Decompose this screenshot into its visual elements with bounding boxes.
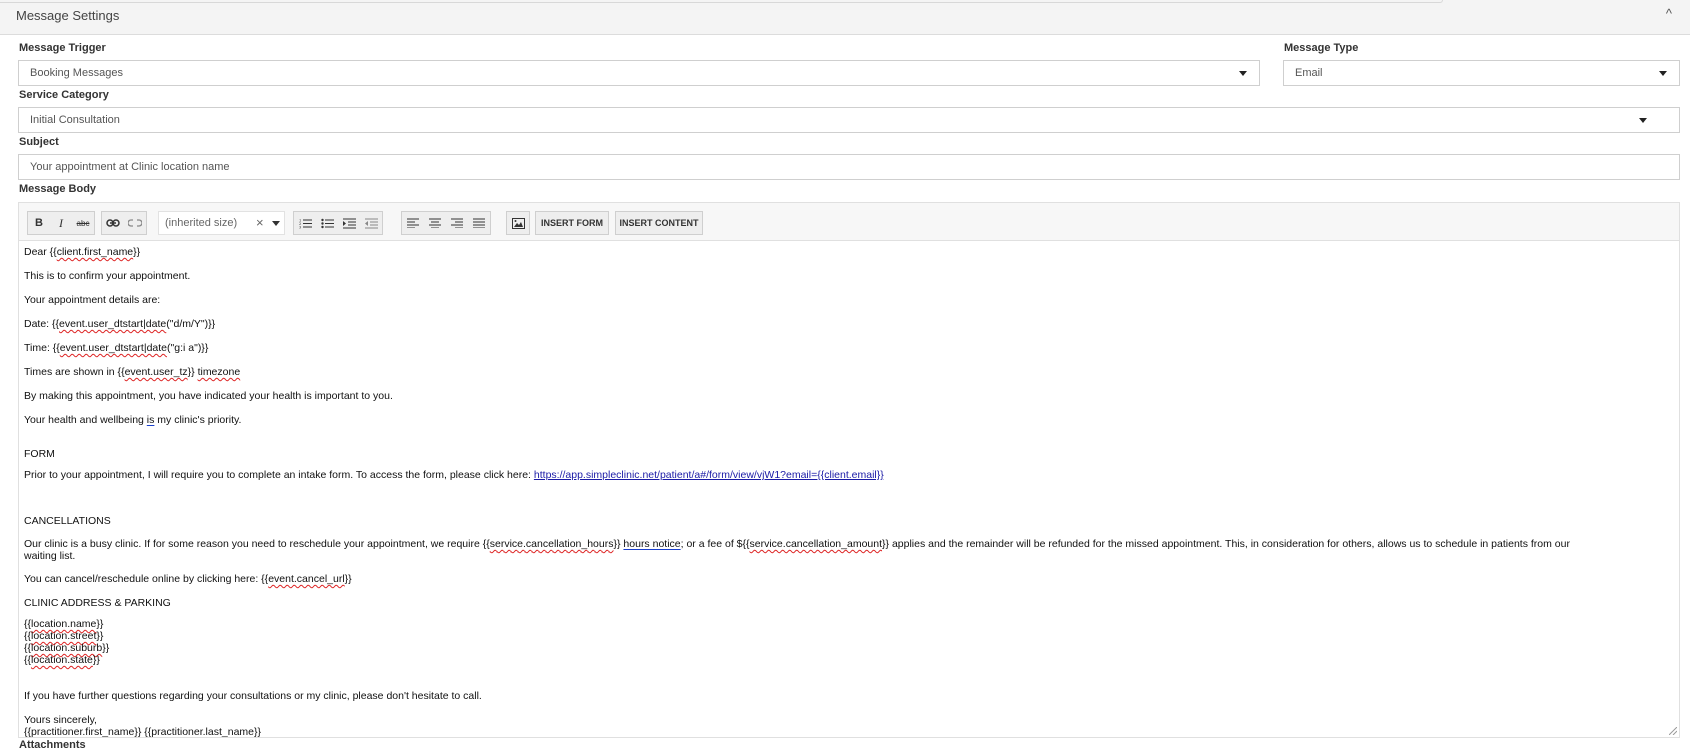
bold-button[interactable]: B (28, 212, 50, 234)
panel-header[interactable]: Message Settings ^ (0, 0, 1690, 35)
chevron-up-icon[interactable]: ^ (1666, 6, 1672, 21)
signature-line: {{practitioner.first_name}} {{practition… (24, 726, 262, 738)
questions-line: If you have further questions regarding … (24, 690, 482, 702)
service-category-select[interactable]: Initial Consultation (18, 107, 1680, 133)
sincerely-line: Yours sincerely, (24, 714, 97, 726)
form-heading: FORM (24, 448, 55, 460)
priority-line: Your health and wellbeing is my clinic's… (24, 414, 242, 426)
service-category-label: Service Category (19, 89, 109, 101)
svg-text:3: 3 (299, 225, 301, 229)
intake-form-link[interactable]: https://app.simpleclinic.net/patient/a#/… (534, 469, 884, 481)
insert-form-button[interactable]: INSERT FORM (535, 211, 609, 235)
cancellations-heading: CANCELLATIONS (24, 515, 111, 527)
chevron-down-icon (1239, 71, 1247, 76)
location-state-line: {{location.state}} (24, 654, 100, 666)
details-line: Your appointment details are: (24, 294, 161, 306)
clear-icon[interactable]: × (256, 215, 264, 230)
time-line: Time: {{event.user_dtstart|date("g:i a")… (24, 342, 209, 354)
chevron-down-icon[interactable] (272, 221, 280, 226)
location-name-line: {{location.name}} (24, 618, 104, 630)
strikethrough-button[interactable]: abc (72, 212, 94, 234)
bulleted-list-icon (320, 218, 334, 228)
align-left-button[interactable] (402, 212, 424, 234)
text-style-group: B I abc (27, 211, 95, 235)
alignment-group (401, 211, 491, 235)
message-trigger-value: Booking Messages (30, 67, 123, 79)
location-street-line: {{location.street}} (24, 630, 104, 642)
align-right-button[interactable] (446, 212, 468, 234)
outdent-icon (364, 218, 378, 228)
link-icon (106, 219, 120, 227)
timezone-line: Times are shown in {{event.user_tz}} tim… (24, 366, 241, 378)
attachments-label: Attachments (19, 739, 86, 751)
outdent-button[interactable] (360, 212, 382, 234)
cancellation-policy-line: Our clinic is a busy clinic. If for some… (24, 538, 1570, 550)
message-type-value: Email (1295, 67, 1323, 79)
address-heading: CLINIC ADDRESS & PARKING (24, 597, 171, 609)
editor-toolbar: B I abc (inherited size) × 123 INSERT FO… (18, 202, 1680, 240)
subject-input[interactable]: Your appointment at Clinic location name (18, 154, 1680, 180)
justify-button[interactable] (468, 212, 490, 234)
unlink-button[interactable] (124, 212, 146, 234)
form-line: Prior to your appointment, I will requir… (24, 469, 884, 481)
font-size-value: (inherited size) (165, 217, 238, 229)
indent-icon (342, 218, 356, 228)
chevron-down-icon (1639, 118, 1647, 123)
image-icon (511, 217, 525, 229)
insert-content-button[interactable]: INSERT CONTENT (615, 211, 703, 235)
cancellation-policy-line-2: waiting list. (24, 550, 76, 562)
link-group (101, 211, 147, 235)
confirm-line: This is to confirm your appointment. (24, 270, 191, 282)
justify-icon (473, 218, 485, 228)
list-group: 123 (293, 211, 383, 235)
bulleted-list-button[interactable] (316, 212, 338, 234)
align-left-icon (407, 218, 419, 228)
italic-button[interactable]: I (50, 212, 72, 234)
greeting-line: Dear {{client.first_name}} (24, 246, 141, 258)
message-body-label: Message Body (19, 183, 97, 195)
image-group (506, 211, 530, 235)
unlink-icon (128, 219, 142, 227)
message-trigger-select[interactable]: Booking Messages (18, 60, 1260, 86)
reschedule-line: You can cancel/reschedule online by clic… (24, 573, 352, 585)
insert-image-button[interactable] (507, 212, 529, 234)
font-size-combo[interactable]: (inherited size) × (158, 211, 285, 235)
numbered-list-button[interactable]: 123 (294, 212, 316, 234)
message-type-select[interactable]: Email (1283, 60, 1680, 86)
chevron-down-icon (1659, 71, 1667, 76)
message-body-editor[interactable]: Dear {{client.first_name}} This is to co… (18, 240, 1680, 738)
message-trigger-label: Message Trigger (19, 42, 106, 54)
link-button[interactable] (102, 212, 124, 234)
panel-title: Message Settings (16, 8, 120, 23)
align-right-icon (451, 218, 463, 228)
message-type-label: Message Type (1284, 42, 1359, 54)
top-divider (0, 0, 1443, 3)
align-center-icon (429, 218, 441, 228)
numbered-list-icon: 123 (299, 218, 312, 229)
resize-handle-icon[interactable] (1669, 727, 1677, 735)
date-line: Date: {{event.user_dtstart|date("d/m/Y")… (24, 318, 216, 330)
location-suburb-line: {{location.suburb}} (24, 642, 110, 654)
subject-label: Subject (19, 136, 59, 148)
align-center-button[interactable] (424, 212, 446, 234)
indent-button[interactable] (338, 212, 360, 234)
health-line: By making this appointment, you have ind… (24, 390, 393, 402)
service-category-value: Initial Consultation (30, 114, 120, 126)
